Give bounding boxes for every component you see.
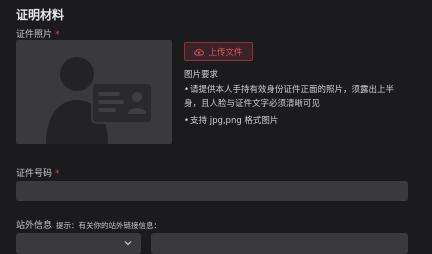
required-mark: * [55, 30, 60, 40]
id-number-label: 证件号码 * [16, 166, 60, 179]
id-photo-label-text: 证件照片 [16, 30, 53, 40]
external-info-label: 站外信息 提示：有关你的站外链接信息： [16, 218, 161, 231]
id-photo-placeholder [16, 40, 172, 144]
required-mark: * [55, 169, 60, 179]
upload-file-label: 上传文件 [208, 47, 243, 58]
id-number-label-text: 证件号码 [16, 169, 53, 179]
person-holding-id-icon [46, 57, 153, 144]
requirement-item: •支持 jpg,png 格式图片 [184, 114, 410, 128]
external-site-select[interactable] [16, 233, 141, 254]
id-number-input[interactable] [16, 181, 408, 201]
section-title: 证明材料 [16, 8, 65, 22]
external-link-input[interactable] [151, 233, 408, 254]
external-info-hint: 提示：有关你的站外链接信息： [56, 221, 162, 230]
upload-file-button[interactable]: 上传文件 [184, 42, 253, 61]
image-requirements-title: 图片要求 [184, 70, 219, 80]
requirement-text: 请提供本人手持有效身份证件正面的照片，须露出上半身，且人脸与证件文字必须清晰可见 [184, 85, 395, 109]
id-photo-label: 证件照片 * [16, 27, 60, 40]
requirement-item: •请提供本人手持有效身份证件正面的照片，须露出上半身，且人脸与证件文字必须清晰可… [184, 83, 410, 111]
requirement-text: 支持 jpg,png 格式图片 [190, 116, 279, 126]
cloud-upload-icon [194, 48, 205, 55]
external-info-label-text: 站外信息 [16, 221, 53, 231]
chevron-down-icon [124, 241, 132, 246]
